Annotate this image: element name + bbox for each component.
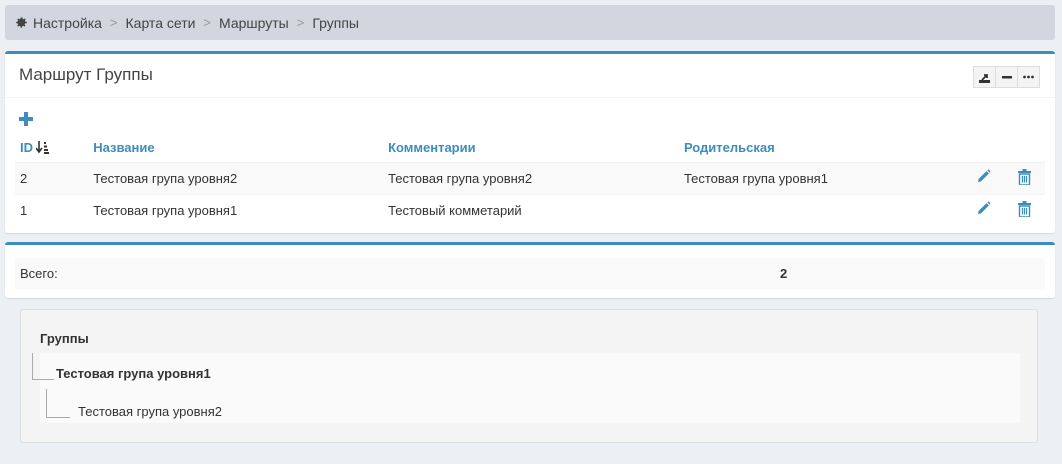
table-row: 1 Тестовая група уровня1 Тестовый коммет…: [15, 193, 1045, 226]
groups-tree-panel: Группы Тестовая група уровня1 Тестовая г…: [20, 309, 1038, 443]
cell-id: 2: [15, 161, 89, 194]
table-row: 2 Тестовая група уровня2 Тестовая група …: [15, 161, 1045, 194]
cell-comment: Тестовая група уровня2: [383, 161, 679, 194]
export-icon: [979, 73, 990, 83]
cell-parent: Тестовая група уровня1: [678, 161, 964, 194]
cell-name: Тестовая група уровня1: [88, 193, 384, 226]
breadcrumb-item-settings[interactable]: Настройка: [33, 15, 102, 31]
tree-title: Группы: [40, 331, 89, 346]
collapse-button[interactable]: [995, 66, 1018, 88]
trash-icon: [1018, 168, 1032, 186]
breadcrumb-separator: >: [109, 15, 118, 30]
edit-button[interactable]: [963, 161, 1005, 194]
breadcrumb-item-groups: Группы: [312, 14, 359, 31]
plus-icon: [19, 112, 33, 126]
breadcrumb-item-network-map[interactable]: Карта сети: [126, 15, 196, 31]
total-label: Всего:: [20, 266, 58, 281]
box-tools: [973, 66, 1040, 88]
delete-button[interactable]: [1004, 193, 1045, 226]
column-header-id[interactable]: ID: [15, 134, 89, 163]
gear-icon: [15, 16, 28, 29]
pencil-icon: [978, 169, 992, 182]
tree-connector: [46, 389, 47, 417]
delete-button[interactable]: [1004, 161, 1045, 194]
breadcrumb: Настройка > Карта сети > Маршруты > Груп…: [5, 5, 1055, 40]
groups-table: ID Название Комментарии Родительская 2 Т…: [15, 134, 1045, 226]
edit-button[interactable]: [963, 193, 1005, 226]
tree-node-level2[interactable]: Тестовая група уровня2: [78, 404, 222, 419]
more-icon: [1023, 75, 1034, 79]
breadcrumb-separator: >: [203, 15, 212, 30]
add-button[interactable]: [19, 112, 33, 126]
column-header-name[interactable]: Название: [88, 134, 384, 163]
tree-node-level1[interactable]: Тестовая група уровня1: [56, 366, 211, 381]
summary-box: Всего: 2: [5, 242, 1055, 298]
total-row: Всего: 2: [15, 258, 1045, 289]
total-value: 2: [780, 266, 788, 281]
minus-icon: [1001, 76, 1012, 79]
more-button[interactable]: [1017, 66, 1040, 88]
cell-parent: [678, 193, 964, 226]
trash-icon: [1018, 200, 1032, 218]
column-header-parent[interactable]: Родительская: [678, 134, 964, 163]
tree-connector: [46, 417, 70, 418]
cell-name: Тестовая група уровня2: [88, 161, 384, 194]
box-header: Маршрут Группы: [5, 54, 1055, 98]
column-header-comment[interactable]: Комментарии: [383, 134, 679, 163]
pencil-icon: [978, 201, 992, 215]
sort-desc-icon: [36, 141, 49, 155]
column-header-id-label: ID: [20, 140, 33, 156]
tree-connector: [32, 379, 54, 380]
cell-id: 1: [15, 193, 89, 226]
export-button[interactable]: [973, 66, 996, 88]
table-header-row: ID Название Комментарии Родительская: [15, 134, 1045, 163]
cell-comment: Тестовый комметарий: [383, 193, 679, 226]
column-header-actions: [963, 134, 1005, 163]
groups-tree: Тестовая група уровня1 Тестовая група ур…: [32, 353, 1020, 423]
breadcrumb-item-routes[interactable]: Маршруты: [219, 15, 289, 31]
tree-connector: [32, 353, 33, 379]
page-title: Маршрут Группы: [19, 65, 153, 84]
route-groups-box: Маршрут Группы ID Название Комментарии Р…: [5, 51, 1055, 233]
breadcrumb-separator: >: [296, 15, 305, 30]
column-header-actions: [1004, 134, 1045, 163]
